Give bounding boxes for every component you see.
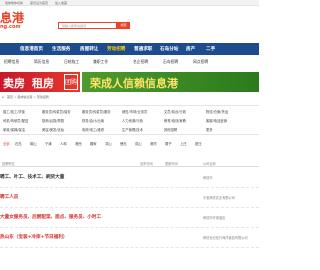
job-title[interactable]: 聘工人员 [0, 194, 18, 200]
area-tag[interactable]: 上庄 [180, 141, 187, 146]
list-item[interactable]: 大量女服务员、后厨配菜、面点、服务员、小时工 荣成市环球酒店 [0, 208, 259, 228]
nav-item-house[interactable]: 房屋转让 [80, 46, 98, 52]
area-tag[interactable]: 成山 [135, 141, 142, 146]
company-name: 荣成市 [203, 176, 213, 180]
category-item[interactable]: 司机/驾驶员/配送 [3, 118, 28, 123]
category-item[interactable]: 文员/前台/行政 [164, 109, 186, 114]
list-header-company: 公司名称 [203, 162, 216, 166]
job-title[interactable]: 大量女服务员、后厨配菜、面点、服务员、小时工 [0, 214, 101, 220]
category-item[interactable]: 电焊/电工/维修 [82, 127, 104, 132]
category-item[interactable]: 服务员/传菜员/保安 [42, 109, 71, 114]
area-filter: 全部 石岛 崂山 宁津 人和 港西 滕家 寻山 俚岛 成山 港湾 荫子 上庄 夏… [0, 138, 259, 148]
category-list: 普工/技工/学徒 服务员/传菜员/保安 服务员/传菜员/服务 销售/市场/业务员… [0, 105, 259, 135]
site-logo[interactable]: 息港 ng.com [0, 8, 24, 32]
company-name: 荣成世纪宏兴海洋食品有限公司 [203, 236, 248, 240]
subnav-item[interactable]: 名企招聘 [133, 59, 148, 65]
subnav-item[interactable]: 简历信息 [34, 59, 49, 65]
job-title[interactable]: 聘工、叶工、技术工、刷货大量 [0, 174, 64, 180]
list-header: 招聘职位 发布时间 更新时间 公司名称 [0, 160, 259, 167]
category-item[interactable]: 生产管理/技术 [122, 127, 143, 132]
area-tag[interactable]: 全部 [3, 141, 10, 146]
nav-item-home[interactable]: 信息港首页 [20, 46, 43, 52]
list-item[interactable]: 聘工人员 中宝荣成实业有限公司 [0, 188, 259, 208]
list-header-title: 招聘职位 [2, 162, 15, 166]
company-name: 荣成市环球酒店 [203, 216, 226, 220]
nav-item-estate[interactable]: 房产 [186, 46, 195, 52]
area-tag[interactable]: 石岛 [15, 141, 22, 146]
category-item[interactable]: 人力资源/行政 [122, 118, 143, 123]
category-item[interactable]: 客服/电话营销 [206, 118, 227, 123]
area-tag[interactable]: 人和 [60, 141, 67, 146]
category-item[interactable]: 服务员/传菜员/服务 [82, 109, 111, 114]
area-tag[interactable]: 夏庄 [195, 141, 202, 146]
breadcrumb-text[interactable]: 首页 > 荣成信息港 > 劳动招聘 [7, 95, 49, 99]
nav-item-secondhand[interactable]: 二手 [206, 46, 215, 52]
job-title[interactable]: 热山东（宝装+冷库+节日福利） [0, 234, 67, 240]
subnav-item[interactable]: 兼职工作 [93, 59, 108, 65]
area-tag[interactable]: 荫子 [165, 141, 172, 146]
category-item[interactable]: 其他招聘 [164, 127, 177, 132]
nav-item-shidao[interactable]: 石岛分站 [160, 46, 178, 52]
area-tag[interactable]: 港湾 [150, 141, 157, 146]
category-item[interactable]: 更多 [206, 127, 213, 132]
category-item[interactable]: 美容/美发/化妆 [42, 127, 64, 132]
sub-nav: 招聘信息 简历信息 日结临工 兼职工作 名企招聘 石岛招聘 网点招聘 [0, 57, 259, 66]
banner1-text2: 租房 [32, 77, 54, 90]
category-item[interactable]: 财务/会计/出纳 [82, 118, 104, 123]
banner1-tag: 团购 [64, 74, 78, 90]
area-tag[interactable]: 宁津 [45, 141, 52, 146]
list-item[interactable]: 聘工、叶工、技术工、刷货大量 荣成市 [0, 168, 259, 188]
area-tag[interactable]: 港西 [75, 141, 82, 146]
area-tag[interactable]: 俚岛 [120, 141, 127, 146]
top-bar: 简体繁体切换 首页设为首页 加入收藏 [0, 0, 259, 6]
area-tag[interactable]: 崂山 [30, 141, 37, 146]
nav-item-life[interactable]: 生活服务 [52, 46, 70, 52]
subnav-item[interactable]: 招聘信息 [4, 59, 19, 65]
category-item[interactable]: 教育/培训/家教 [164, 118, 186, 123]
logo-sub: ng.com [0, 24, 21, 30]
area-tag[interactable]: 滕家 [90, 141, 97, 146]
category-item[interactable]: 销售/市场/业务员 [122, 109, 147, 114]
banner2-text: 荣成人信赖信息港 [90, 77, 178, 90]
banner1-text1: 卖房 [3, 77, 25, 90]
nav-item-jobs[interactable]: 劳动招聘 [107, 46, 125, 52]
banner-trust-ad[interactable]: 荣成人信赖信息港 [82, 72, 259, 92]
list-header-update: 更新时间 [165, 162, 178, 166]
topbar-link-1[interactable]: 简体繁体切换 [5, 1, 23, 5]
search-button[interactable]: 搜索 [117, 22, 130, 29]
category-item[interactable]: 厨师/后厨/帮厨 [42, 118, 64, 123]
main-nav: 信息港首页 生活服务 房屋转让 劳动招聘 普通求职 石岛分站 房产 二手 [0, 43, 259, 55]
category-item[interactable]: 普工/技工/学徒 [3, 109, 25, 114]
area-tag[interactable]: 寻山 [105, 141, 112, 146]
search-input[interactable]: 请输入搜索关键词 [58, 22, 117, 29]
category-item[interactable]: 家政/保姆/保洁 [3, 127, 25, 132]
subnav-item[interactable]: 日结临工 [64, 59, 79, 65]
list-item[interactable]: 热山东（宝装+冷库+节日福利） 荣成世纪宏兴海洋食品有限公司 [0, 228, 259, 248]
breadcrumb: ⌂ 首页 > 荣成信息港 > 劳动招聘 [0, 94, 259, 101]
category-item[interactable]: 物流/仓管/货运 [206, 109, 228, 114]
banner-house-ad[interactable]: 卖房 租房 团购 [0, 72, 80, 92]
list-header-publish: 发布时间 [140, 162, 153, 166]
home-icon: ⌂ [2, 95, 4, 99]
subnav-item[interactable]: 石岛招聘 [163, 59, 178, 65]
nav-item-resume[interactable]: 普通求职 [134, 46, 152, 52]
subnav-item[interactable]: 网点招聘 [193, 59, 208, 65]
topbar-link-3[interactable]: 加入收藏 [55, 1, 67, 5]
topbar-link-2[interactable]: 首页设为首页 [30, 1, 48, 5]
company-name: 中宝荣成实业有限公司 [203, 196, 235, 200]
